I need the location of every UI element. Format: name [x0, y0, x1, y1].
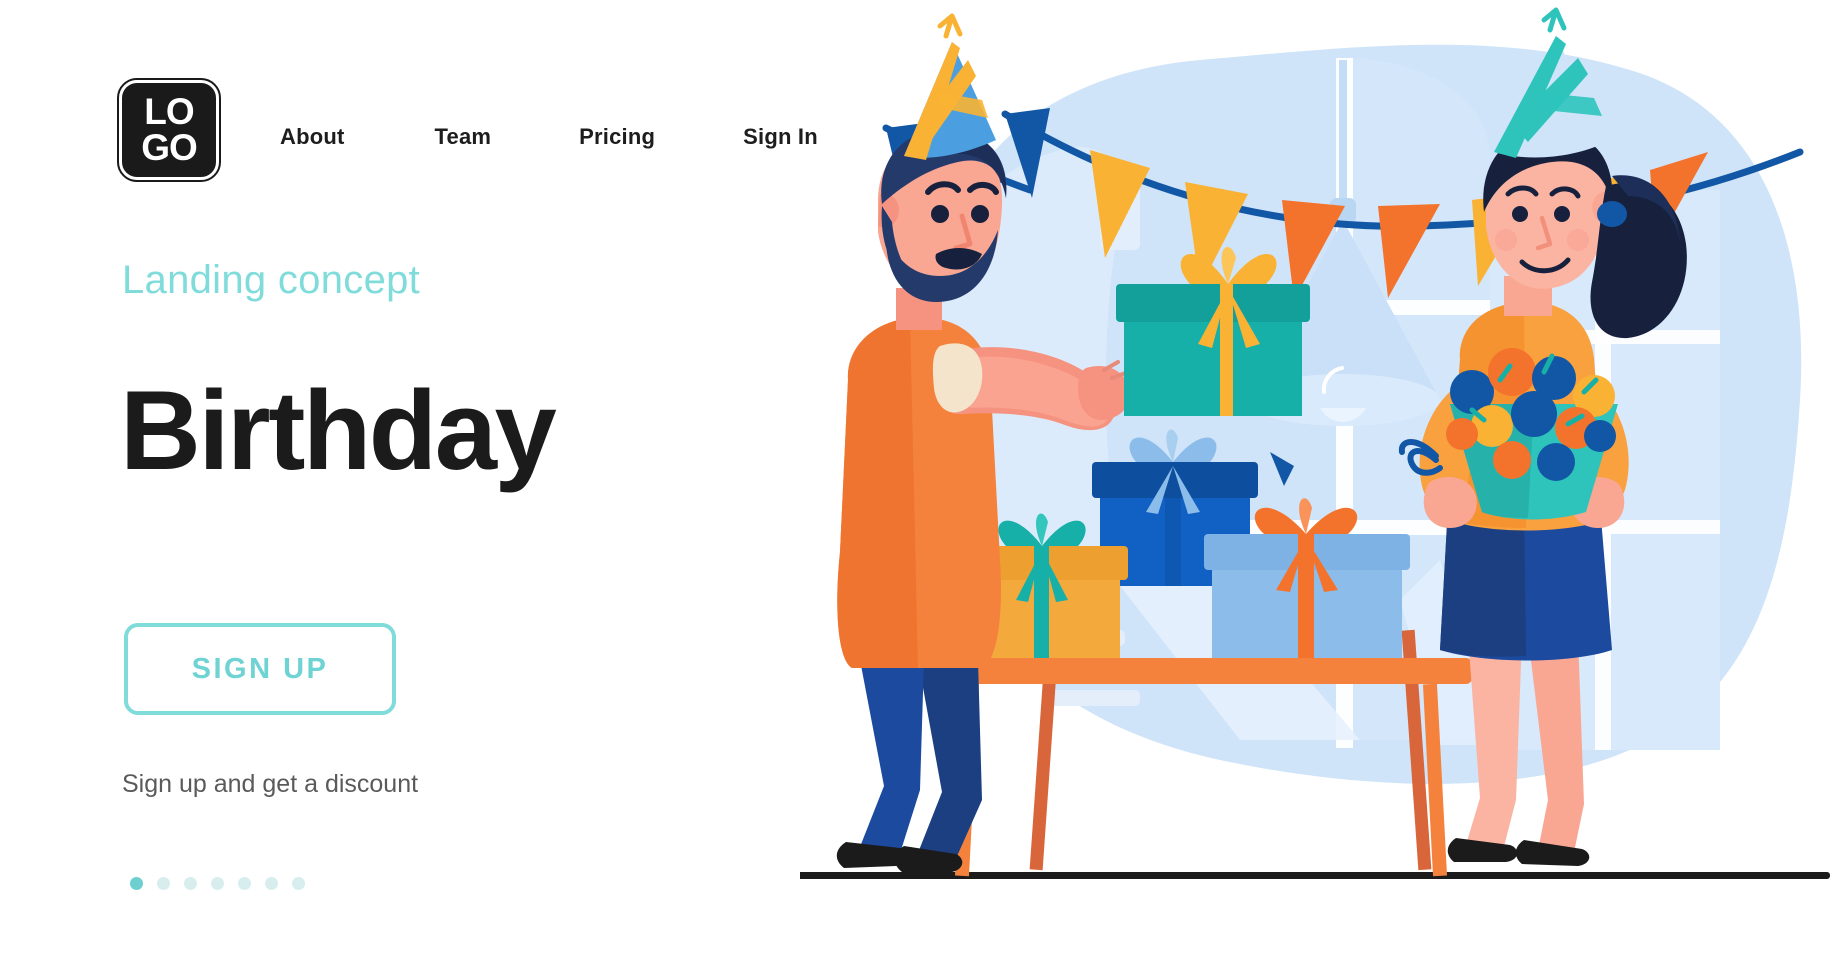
pager-dot-3[interactable]	[184, 877, 197, 890]
pager-dot-7[interactable]	[292, 877, 305, 890]
sign-up-button[interactable]: SIGN UP	[124, 623, 396, 715]
pager-dot-5[interactable]	[238, 877, 251, 890]
hero-subtext: Sign up and get a discount	[122, 770, 419, 798]
hero-eyebrow: Landing concept	[122, 258, 421, 302]
pager-dot-2[interactable]	[157, 877, 170, 890]
pager-dot-4[interactable]	[211, 877, 224, 890]
hero-section: Landing concept Birthday SIGN UP Sign up…	[0, 0, 760, 980]
floor-line	[800, 872, 1830, 879]
carousel-pagination[interactable]	[130, 877, 305, 890]
pager-dot-6[interactable]	[265, 877, 278, 890]
pager-dot-1[interactable]	[130, 877, 143, 890]
birthday-party-illustration	[800, 0, 1837, 980]
page-title: Birthday	[120, 368, 557, 493]
